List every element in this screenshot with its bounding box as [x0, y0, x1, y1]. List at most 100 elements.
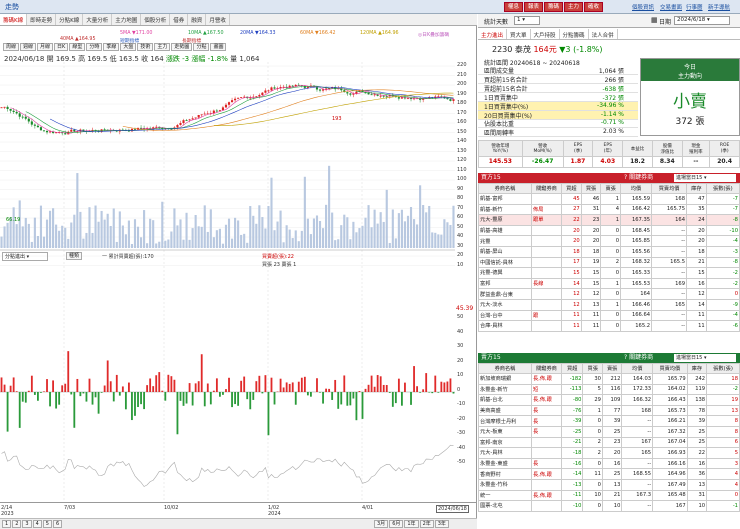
column-header[interactable]: 券商名稱 [478, 363, 532, 374]
table-row[interactable]: 永豐金-新竹短 -113 5 116 172.33 164.02 119 -2 [478, 383, 740, 396]
column-header[interactable]: 買賣均價 [651, 183, 688, 194]
guide-link[interactable]: 新手導航 [708, 3, 730, 11]
toolbar-button[interactable]: 週線 [20, 43, 37, 51]
stats-subtab[interactable]: 買大單 [507, 29, 531, 39]
table-row[interactable]: 富邦-南京 -21 2 23 167 167.04 25 6 [478, 436, 740, 449]
stats-subtab[interactable]: 大戶持股 [531, 29, 560, 39]
range-button[interactable]: 6月 [389, 520, 404, 528]
trade-link[interactable]: 交易畫面 [660, 3, 682, 11]
column-header[interactable]: 券商名稱 [478, 183, 532, 194]
mainforce-button[interactable]: 主力 [564, 2, 584, 12]
column-header[interactable]: 庫存 [686, 183, 707, 194]
table-row[interactable]: 永豐金-竹科 -13 0 13 -- 167.49 13 4 [478, 478, 740, 491]
toolbar-button[interactable]: 技術 [137, 43, 154, 51]
table-row[interactable]: 台灣摩根士丹利長 -39 0 39 -- 166.21 39 8 [478, 415, 740, 427]
column-header[interactable]: 庫存 [686, 363, 708, 374]
column-header[interactable]: 買賣均價 [652, 363, 688, 374]
page-button[interactable]: 6 [52, 520, 63, 528]
overlay-chip-label[interactable]: ◎日K疊加籌碼 [418, 31, 449, 38]
toolbar-button[interactable]: 大盤 [120, 43, 137, 51]
table-row[interactable]: 台灣-台中跟 11 11 0 166.64 -- 11 -4 [478, 309, 740, 322]
column-header[interactable]: 賣張 [601, 363, 623, 374]
table-row[interactable]: 凱基-新竹 佈局 27 31 4 166.42 165.75 35 -7 [478, 203, 740, 216]
toolbar-button[interactable]: 分時 [86, 43, 103, 51]
kline-chart[interactable] [0, 62, 477, 529]
sub-type-button[interactable]: 種類 [66, 252, 83, 260]
column-header[interactable]: 張數(張) [706, 363, 740, 374]
buy-broker-select[interactable]: 進場當日15 ▾ [674, 174, 736, 182]
column-header[interactable]: 關鍵券商 [531, 363, 562, 374]
tab-stock-analysis[interactable]: 個股分析 [141, 14, 171, 25]
column-header[interactable]: 均價 [620, 183, 653, 194]
table-row[interactable]: 兆豐 20 20 0 165.85 -- 20 -4 [478, 235, 740, 247]
calendar-icon[interactable]: ▦ [651, 16, 658, 24]
table-row[interactable]: 香商野村 長,佈,跟 -14 11 25 168.55 164.96 36 4 [478, 468, 740, 480]
page-button[interactable]: 3 [22, 520, 32, 528]
toolbar-button[interactable]: 周線 [3, 43, 20, 51]
tab-margin[interactable]: 融資 [188, 14, 207, 25]
confirm-button[interactable]: 確收 [584, 2, 604, 12]
table-row[interactable]: 合庫-員林 11 11 0 165.2 -- 11 -6 [478, 320, 740, 332]
column-header[interactable]: 均價 [621, 363, 654, 374]
table-row[interactable]: 美商高盛長 -76 1 77 168 165.73 78 13 [478, 404, 740, 417]
stats-subtab[interactable]: 法人合併 [589, 29, 618, 39]
toolbar-button[interactable]: 線型 [69, 43, 86, 51]
table-row[interactable]: 元大-淡水 12 13 1 166.46 165 14 -9 [478, 298, 740, 311]
tab-branch-kline[interactable]: 分點K線 [56, 14, 84, 25]
page-button[interactable]: 5 [42, 520, 52, 528]
table-row[interactable]: 元大-員林 -18 2 20 165 166.93 22 5 [478, 447, 740, 459]
range-button[interactable]: 1年 [404, 520, 419, 528]
column-header[interactable]: 買張 [582, 363, 603, 374]
table-row[interactable]: 中國信託-員林 17 19 2 168.32 165.5 21 -8 [478, 256, 740, 269]
range-button[interactable]: 3年 [434, 520, 449, 528]
tab-lending[interactable]: 借券 [170, 14, 189, 25]
table-row[interactable]: 群益金鼎-台東 12 12 0 164 -- 12 0 [478, 288, 740, 300]
toolbar-button[interactable]: 主力 [154, 43, 171, 51]
toolbar-button[interactable]: 分點 [193, 43, 210, 51]
range-button[interactable]: 3月 [374, 520, 389, 528]
chips-button[interactable]: 籌碼 [544, 2, 564, 12]
table-row[interactable]: 凱基-台北 長,佈,跟 -80 29 109 166.32 166.43 138 19 [478, 394, 740, 406]
column-header[interactable]: 買張 [580, 183, 602, 194]
table-row[interactable]: 凱基-富邦 45 46 1 165.59 168 47 -7 [478, 193, 740, 205]
column-header[interactable]: 賣張 [600, 183, 622, 194]
table-row[interactable]: 凱基-高雄 20 20 0 168.45 -- 20 -10 [478, 224, 740, 237]
table-row[interactable]: 元大-豐原 跟單 22 23 1 167.35 164 24 -8 [478, 214, 740, 226]
table-row[interactable]: 永豐金-東盛長 -16 0 16 -- 166.16 16 3 [478, 457, 740, 470]
date-input[interactable]: 2024/6/18 ▾ [674, 16, 730, 25]
table-row[interactable]: 兆豐-德興 15 15 0 165.33 -- 15 -2 [478, 267, 740, 279]
tab-mainforce-map[interactable]: 主力地圖 [112, 14, 142, 25]
toolbar-button[interactable]: 月線 [37, 43, 54, 51]
column-header[interactable]: 關鍵券商 [531, 183, 562, 194]
range-button[interactable]: 2年 [419, 520, 434, 528]
toolbar-button[interactable]: 走勢圖 [171, 43, 193, 51]
sub-indicator-select[interactable]: 分點進出 ▾ [2, 252, 48, 261]
tab-revenue[interactable]: 月營收 [206, 14, 230, 25]
stats-subtab[interactable]: 主力進出 [478, 29, 508, 39]
rights-button[interactable]: 權息 [504, 2, 524, 12]
sell-broker-select[interactable]: 進場當日15 ▾ [674, 354, 736, 362]
stock-info-link[interactable]: 個股資訊 [632, 3, 654, 11]
toolbar-button[interactable]: 畫圖 [210, 43, 227, 51]
table-row[interactable]: 富邦 長線 14 15 1 165.53 169 16 -2 [478, 277, 740, 290]
page-button[interactable]: 2 [12, 520, 22, 528]
toolbar-button[interactable]: 日K [54, 43, 69, 51]
table-row[interactable]: 國票-北屯 -10 0 10 -- 167 10 -1 [478, 500, 740, 512]
column-header[interactable]: 買超 [561, 183, 582, 194]
page-button[interactable]: 1 [2, 520, 12, 528]
tab-volume[interactable]: 大量分析 [83, 14, 113, 25]
tab-chip-kline[interactable]: 籌碼K線 [0, 14, 28, 25]
column-header[interactable]: 張數(張) [705, 183, 740, 194]
table-row[interactable]: 統一 長,佈,跟 -11 10 21 167.3 165.48 31 0 [478, 489, 740, 502]
table-row[interactable]: 凱基-屏山 18 18 0 165.56 -- 18 -3 [478, 245, 740, 258]
column-header[interactable]: 買超 [560, 363, 584, 374]
days-select[interactable]: 1 ▾ [514, 16, 540, 25]
table-row[interactable]: 元大-板東長 -25 0 25 -- 167.32 25 8 [478, 425, 740, 438]
report-button[interactable]: 報表 [524, 2, 544, 12]
stats-subtab[interactable]: 分點籌碼 [560, 29, 589, 39]
tab-intraday[interactable]: 即時走勢 [27, 14, 57, 25]
page-button[interactable]: 4 [32, 520, 42, 528]
toolbar-button[interactable]: 季線 [103, 43, 120, 51]
calendar-link[interactable]: 行事曆 [686, 3, 703, 11]
table-row[interactable]: 新加坡商瑞銀 長,佈,跟 -182 30 212 164.03 165.79 242 18 [478, 373, 740, 385]
